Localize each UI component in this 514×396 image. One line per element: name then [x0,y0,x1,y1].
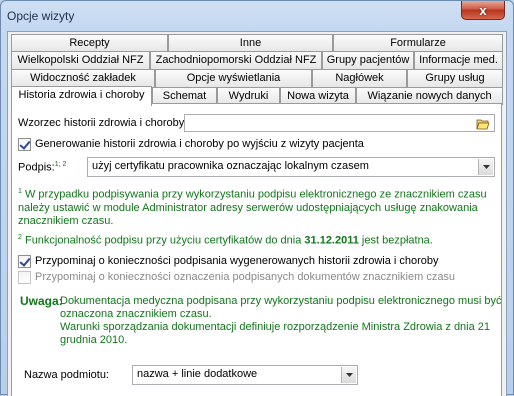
chevron-down-icon [345,373,353,377]
tab-inne[interactable]: Inne [168,34,333,52]
generate-label: Generowanie historii zdrowia i choroby p… [35,138,364,150]
browse-button[interactable] [474,116,492,132]
warning-line-3: Warunki sporządzania dokumentacji defini… [60,321,491,333]
warning-line-1: Dokumentacja medyczna podpisana przy wyk… [60,295,502,307]
warning-label: Uwaga: [20,294,63,308]
footnote-1: 1 W przypadku podpisywania przy wykorzys… [18,188,487,227]
tab-widocznosc-zakladek[interactable]: Widoczność zakładek [11,69,155,87]
remind-timestamp-label: Przypominaj o konieczności oznaczenia po… [35,271,456,283]
tab-recepty[interactable]: Recepty [11,34,168,52]
template-field[interactable] [184,114,495,132]
generate-checkbox[interactable] [18,138,31,151]
remind-sign-label: Przypominaj o konieczności podpisania wy… [35,255,439,267]
entity-label: Nazwa podmiotu: [24,369,109,381]
folder-open-icon [476,119,490,130]
options-window: Opcje wizyty x Recepty Inne Formularze W… [0,0,514,396]
window-title: Opcje wizyty [7,9,75,23]
entity-dropdown-button[interactable] [341,367,356,383]
title-bar[interactable]: Opcje wizyty x [1,1,513,31]
warning-line-4: grudnia 2010. [60,334,128,346]
warning-line-2: oznaczona znacznikiem czasu. [60,308,212,320]
remind-timestamp-checkbox[interactable] [18,271,31,284]
tab-grupy-uslug[interactable]: Grupy usług [407,69,503,87]
signature-dropdown-button[interactable] [478,159,493,175]
remind-sign-checkbox[interactable] [18,255,31,268]
close-button[interactable]: x [461,1,505,20]
chevron-down-icon [482,165,490,169]
signature-value: użyj certyfikatu pracownika oznaczając l… [92,160,369,172]
tab-historia-zdrowia[interactable]: Historia zdrowia i choroby [11,86,152,106]
footnote-2: 2 Funkcjonalność podpisu przy użyciu cer… [18,234,433,247]
tab-informacje-med[interactable]: Informacje med. [414,51,503,69]
tab-content: Wzorzec historii zdrowia i choroby: Gene… [11,103,502,396]
signature-select[interactable]: użyj certyfikatu pracownika oznaczając l… [87,157,495,177]
entity-select[interactable]: nazwa + linie dodatkowe [132,365,358,385]
signature-label: Podpis:1; 2 [18,161,67,174]
tab-naglowek[interactable]: Nagłówek [312,69,407,87]
tab-grupy-pacjentow[interactable]: Grupy pacjentów [322,51,414,69]
tab-wielkopolski-nfz[interactable]: Wielkopolski Oddział NFZ [11,51,150,69]
close-icon: x [479,2,487,18]
tab-formularze[interactable]: Formularze [333,34,503,52]
entity-value: nazwa + linie dodatkowe [137,368,258,380]
template-label: Wzorzec historii zdrowia i choroby: [18,117,188,129]
signature-footnote-refs: 1; 2 [54,161,67,168]
tab-opcje-wyswietlania[interactable]: Opcje wyświetlania [155,69,312,87]
tab-zachodniopomorski-nfz[interactable]: Zachodniopomorski Oddział NFZ [150,51,322,69]
